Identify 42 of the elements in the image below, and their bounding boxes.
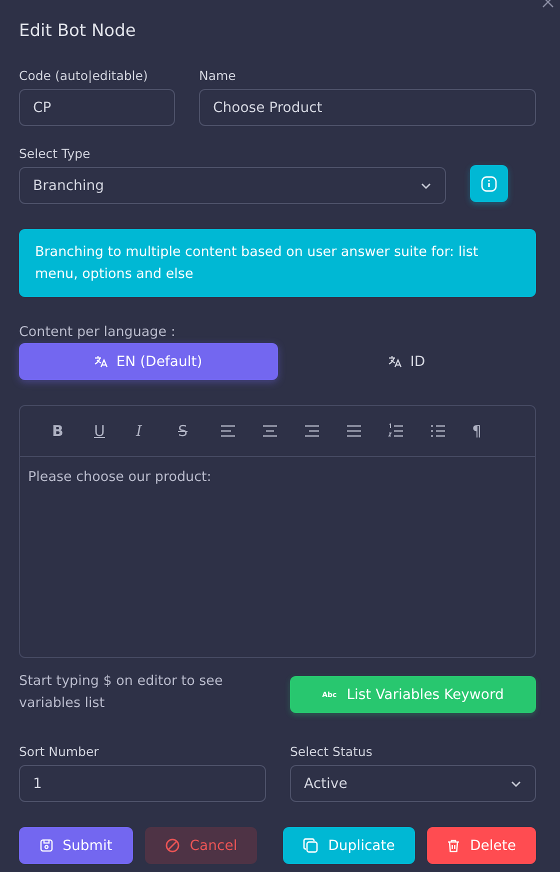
- ban-icon: [164, 838, 180, 853]
- field-label: Name: [199, 68, 237, 84]
- italic-tool[interactable]: I: [136, 422, 142, 440]
- copy-icon: [303, 838, 318, 853]
- field-label: Sort Number: [19, 744, 100, 760]
- paragraph-tool[interactable]: ¶: [472, 422, 482, 440]
- justify-icon[interactable]: [346, 423, 362, 439]
- trash-icon: [447, 838, 460, 852]
- underline-tool[interactable]: U: [94, 422, 105, 440]
- dialog-title: Edit Bot Node: [19, 20, 137, 43]
- align-left-icon[interactable]: [220, 423, 236, 439]
- align-right-icon[interactable]: [304, 423, 320, 439]
- language-tab[interactable]: ID: [278, 343, 536, 380]
- editor-text: Please choose our product:: [28, 469, 212, 485]
- cancel-button[interactable]: Cancel: [145, 827, 257, 864]
- name-field[interactable]: Choose Product: [199, 89, 536, 126]
- ordered-list-icon[interactable]: [388, 423, 404, 439]
- delete-button[interactable]: Delete: [427, 827, 536, 864]
- info-alert: Branching to multiple content based on user answer suite for: list menu, options and else: [19, 229, 536, 297]
- code-field[interactable]: CP: [19, 89, 175, 126]
- align-center-icon[interactable]: [262, 423, 278, 439]
- type-select[interactable]: Branching: [19, 167, 446, 204]
- save-icon: [40, 839, 53, 852]
- info-icon: [481, 176, 497, 192]
- section-label: Content per language :: [19, 323, 176, 341]
- bullet-list-icon[interactable]: [430, 423, 446, 439]
- field-label: Select Status: [290, 744, 374, 760]
- bold-tool[interactable]: B: [52, 422, 64, 440]
- submit-button[interactable]: Submit: [19, 827, 133, 864]
- info-button[interactable]: [470, 165, 508, 202]
- language-tab[interactable]: EN (Default): [19, 343, 278, 380]
- chevron-down-icon: [510, 780, 522, 788]
- field-label: Code (auto|editable): [19, 68, 149, 84]
- sort-number-field[interactable]: 1: [19, 765, 266, 802]
- translate-icon: [94, 355, 108, 368]
- chevron-down-icon: [420, 182, 432, 190]
- strike-tool[interactable]: S: [178, 422, 188, 440]
- hint-text: Start typing $ on editor to see variables list: [19, 672, 224, 713]
- status-select[interactable]: Active: [290, 765, 536, 802]
- translate-icon: [388, 355, 402, 368]
- rich-text-editor[interactable]: B U I S ¶ Please choose our product:: [19, 405, 536, 658]
- field-label: Select Type: [19, 146, 92, 162]
